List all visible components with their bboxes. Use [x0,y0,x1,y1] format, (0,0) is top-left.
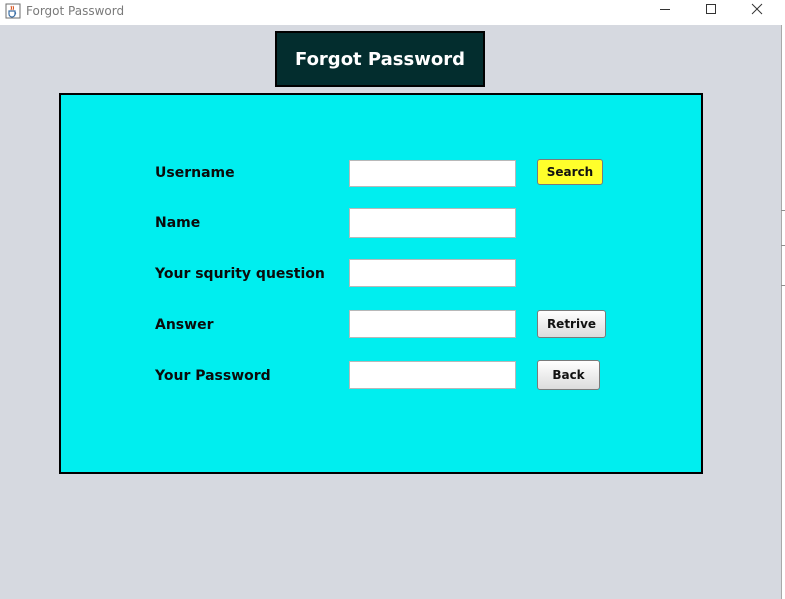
search-button[interactable]: Search [537,159,603,185]
answer-label: Answer [155,317,214,333]
window-edge-mark [781,210,785,211]
page-header: Forgot Password [275,31,485,87]
answer-input[interactable] [349,310,516,338]
your-password-label: Your Password [155,368,271,384]
form-panel: Username Search Name Your squrity questi… [59,93,703,474]
security-question-input[interactable] [349,259,516,287]
security-question-label: Your squrity question [155,266,325,282]
username-label: Username [155,165,235,181]
maximize-button[interactable] [688,0,734,20]
forgot-password-window: Forgot Password Forgot Password Username… [0,0,785,599]
username-input[interactable] [349,160,516,187]
back-button[interactable]: Back [537,360,600,390]
java-cup-icon [5,3,21,19]
window-title: Forgot Password [26,4,125,18]
window-right-edge [781,25,785,599]
window-edge-mark [781,285,785,286]
minimize-button[interactable] [642,0,688,20]
name-input[interactable] [349,208,516,238]
maximize-icon [706,4,716,14]
close-button[interactable] [734,0,780,20]
name-label: Name [155,215,201,231]
retrive-button[interactable]: Retrive [537,310,606,338]
page-title: Forgot Password [295,48,465,70]
password-output[interactable] [349,361,516,389]
title-bar[interactable]: Forgot Password [0,0,785,25]
window-edge-mark [781,245,785,246]
close-icon [751,3,763,15]
minimize-icon [660,9,670,10]
